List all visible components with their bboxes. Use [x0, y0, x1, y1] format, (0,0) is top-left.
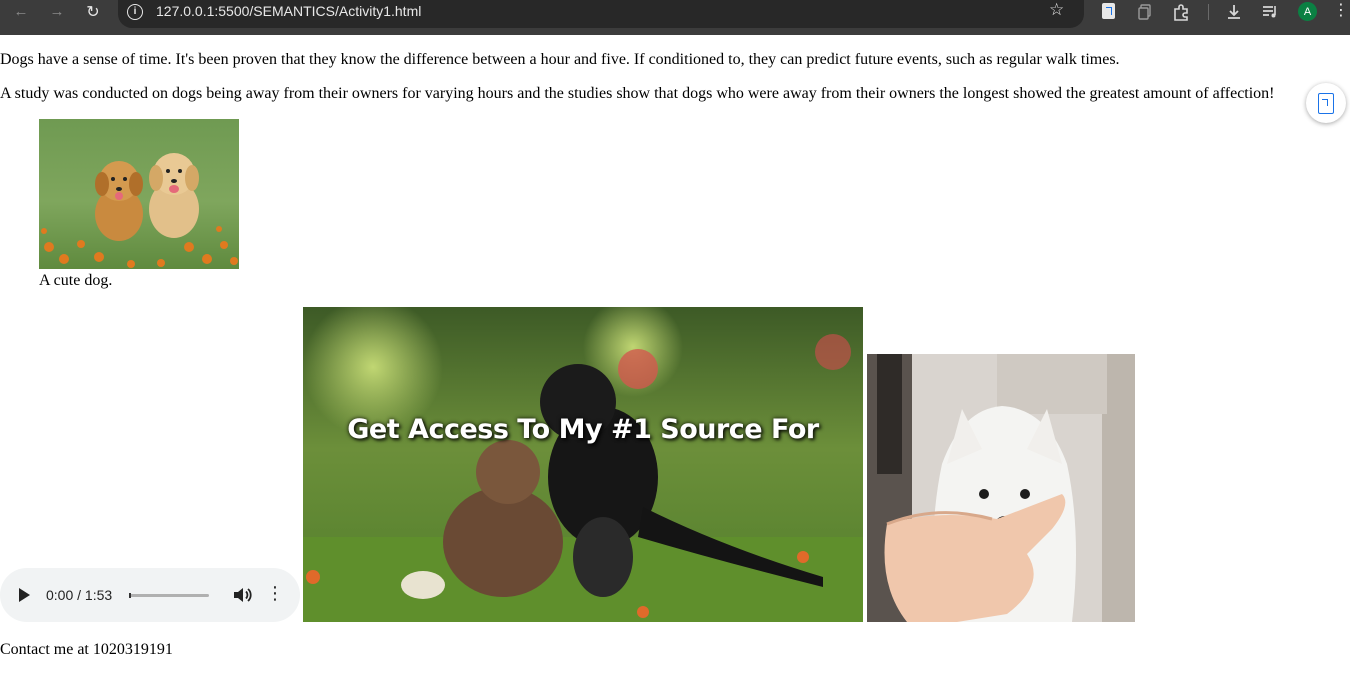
copy-page-icon[interactable]: [1134, 0, 1156, 23]
video-overlay-text: Get Access To My #1 Source For: [347, 414, 819, 445]
contact-text: Contact me at 1020319191: [0, 641, 173, 658]
dog-figure: A cute dog.: [39, 119, 239, 289]
reload-icon[interactable]: ↻: [78, 0, 108, 23]
bookmark-star-icon[interactable]: ☆: [1049, 0, 1064, 20]
address-bar[interactable]: i 127.0.0.1:5500/SEMANTICS/Activity1.htm…: [118, 0, 1084, 28]
white-dog-image: [867, 354, 1135, 622]
study-paragraph: A study was conducted on dogs being away…: [0, 85, 1275, 102]
back-arrow-icon[interactable]: ←: [6, 0, 36, 23]
puzzle-extensions-icon[interactable]: [1170, 0, 1192, 23]
figure-caption: A cute dog.: [39, 272, 113, 289]
forward-arrow-icon[interactable]: →: [42, 0, 72, 23]
audio-more-options-icon[interactable]: ⋮: [266, 583, 284, 604]
volume-icon[interactable]: [232, 585, 252, 605]
kebab-menu-icon[interactable]: ⋮: [1332, 0, 1350, 20]
media-queue-icon[interactable]: [1259, 0, 1281, 23]
extension-doc-icon[interactable]: [1102, 3, 1115, 19]
video-frame: [303, 307, 863, 622]
floating-extension-button[interactable]: [1306, 83, 1346, 123]
url-text[interactable]: 127.0.0.1:5500/SEMANTICS/Activity1.html: [156, 3, 421, 19]
dog-video[interactable]: Get Access To My #1 Source For: [303, 307, 863, 622]
toolbar-separator: [1208, 4, 1209, 20]
audio-time: 0:00 / 1:53: [46, 587, 113, 603]
site-info-icon[interactable]: i: [127, 4, 143, 20]
intro-paragraph: Dogs have a sense of time. It's been pro…: [0, 51, 1120, 68]
download-icon[interactable]: [1223, 0, 1245, 23]
audio-player[interactable]: 0:00 / 1:53 ⋮: [0, 568, 300, 622]
audio-seek-bar[interactable]: [129, 593, 209, 598]
play-icon[interactable]: [19, 588, 30, 602]
browser-toolbar: ← → ↻ i 127.0.0.1:5500/SEMANTICS/Activit…: [0, 0, 1350, 35]
doc-icon: [1318, 92, 1334, 114]
profile-avatar[interactable]: A: [1298, 2, 1317, 21]
puppies-image: [39, 119, 239, 269]
audio-seek-thumb[interactable]: [129, 593, 131, 598]
